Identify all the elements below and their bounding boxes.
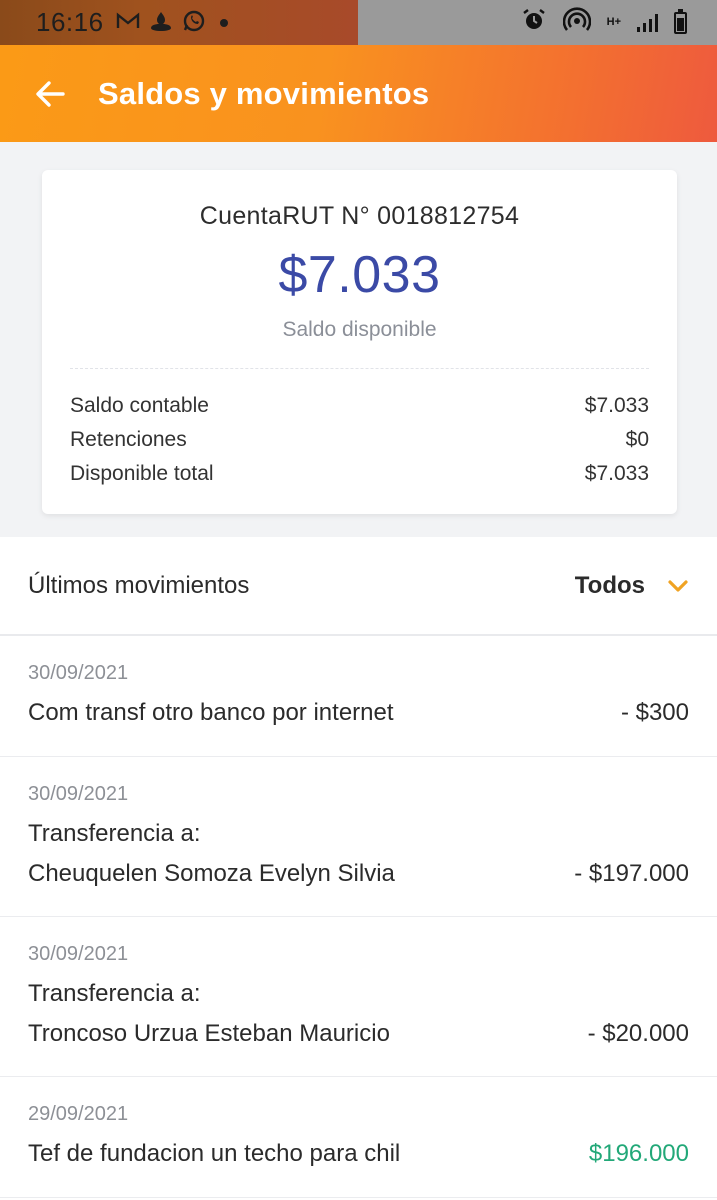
- movement-amount: - $20.000: [587, 1020, 689, 1047]
- movement-description: Com transf otro banco por internet: [28, 699, 394, 726]
- status-bar-right: H+: [358, 0, 717, 45]
- movement-date: 30/09/2021: [28, 662, 129, 684]
- movement-amount: - $197.000: [574, 860, 689, 887]
- movement-date: 30/09/2021: [28, 943, 129, 965]
- list-item[interactable]: 30/09/2021 Transferencia a: Cheuquelen S…: [0, 757, 717, 917]
- movement-description: Transferencia a:: [28, 820, 201, 847]
- balance-card: CuentaRUT N° 0018812754 $7.033 Saldo dis…: [42, 170, 677, 514]
- movement-amount: $196.000: [588, 1140, 689, 1167]
- back-button[interactable]: [20, 64, 80, 124]
- detail-label: Retenciones: [70, 428, 187, 451]
- page-title: Saldos y movimientos: [98, 75, 430, 111]
- card-divider: [70, 368, 649, 369]
- status-bar: 16:16 H+: [0, 0, 717, 45]
- hotspot-icon: [562, 7, 591, 38]
- app-header: Saldos y movimientos: [0, 45, 717, 142]
- detail-label: Disponible total: [70, 462, 214, 485]
- movement-description: Tef de fundacion un techo para chil: [28, 1140, 401, 1167]
- gmail-icon: [116, 12, 140, 34]
- movement-recipient: Cheuquelen Somoza Evelyn Silvia: [28, 860, 395, 887]
- santander-icon: [148, 10, 174, 36]
- filter-label: Todos: [574, 571, 645, 599]
- detail-value: $0: [625, 428, 649, 451]
- whatsapp-icon: [182, 9, 206, 37]
- signal-icon: [637, 13, 658, 32]
- battery-icon: [674, 8, 687, 34]
- available-balance-label: Saldo disponible: [282, 318, 437, 341]
- movement-recipient: Troncoso Urzua Esteban Mauricio: [28, 1020, 390, 1047]
- movement-amount: - $300: [620, 699, 689, 726]
- chevron-down-icon: [668, 579, 688, 592]
- list-item[interactable]: 29/09/2021 Tef de fundacion un techo par…: [0, 1077, 717, 1198]
- movements-header: Últimos movimientos Todos: [0, 537, 717, 636]
- account-number: CuentaRUT N° 0018812754: [199, 202, 520, 230]
- detail-label: Saldo contable: [70, 394, 209, 417]
- notification-dot: [219, 18, 228, 27]
- detail-row-saldo-contable: Saldo contable $7.033: [70, 394, 649, 418]
- detail-value: $7.033: [584, 462, 649, 485]
- movement-description: Transferencia a:: [28, 980, 201, 1007]
- list-item[interactable]: 30/09/2021 Transferencia a: Troncoso Urz…: [0, 917, 717, 1077]
- detail-row-disponible-total: Disponible total $7.033: [70, 462, 649, 486]
- list-item[interactable]: 30/09/2021 Com transf otro banco por int…: [0, 636, 717, 757]
- detail-row-retenciones: Retenciones $0: [70, 428, 649, 452]
- available-balance: $7.033: [278, 246, 441, 304]
- status-time: 16:16: [36, 7, 104, 37]
- movement-date: 29/09/2021: [28, 1103, 129, 1125]
- alarm-icon: [521, 7, 547, 38]
- movements-title: Últimos movimientos: [28, 571, 250, 599]
- network-type: H+: [606, 16, 621, 28]
- arrow-left-icon: [36, 80, 65, 107]
- status-bar-left: 16:16: [0, 0, 358, 45]
- movement-date: 30/09/2021: [28, 783, 129, 805]
- detail-value: $7.033: [584, 394, 649, 417]
- movements-filter-dropdown[interactable]: Todos: [575, 572, 689, 600]
- movements-section: Últimos movimientos Todos 30/09/2021 Com…: [0, 537, 717, 1200]
